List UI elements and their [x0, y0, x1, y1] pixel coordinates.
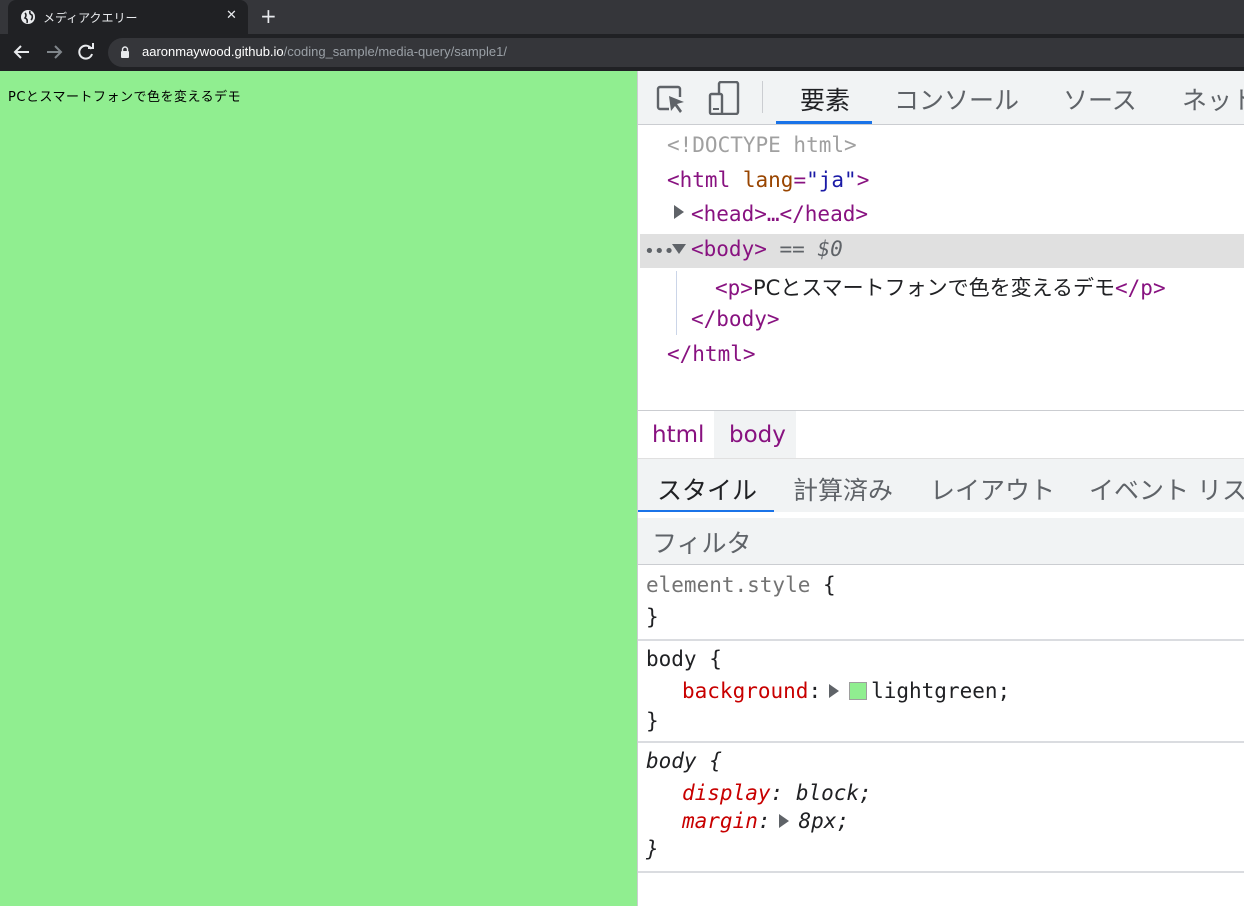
tab-strip: メディアクエリー ✕ +	[0, 0, 1244, 34]
rule1-semicolon: ;	[997, 679, 1011, 703]
rule2-val1: block	[795, 781, 860, 805]
url-path: /coding_sample/media-query/sample1/	[283, 44, 507, 59]
lock-icon[interactable]	[120, 46, 130, 58]
subtab-styles[interactable]: スタイル	[657, 471, 757, 507]
url-text[interactable]: aaronmaywood.github.io/coding_sample/med…	[142, 44, 507, 59]
dom-body-open[interactable]: <body> == $0	[691, 237, 843, 261]
rule-body-user-agent[interactable]: body { display: block; margin: 8px; }	[638, 743, 1244, 873]
dom-html-close[interactable]: </html>	[667, 342, 756, 366]
more-actions-dots[interactable]: •••	[644, 241, 674, 262]
rule1-selector-line: body {	[646, 647, 722, 671]
rule1-prop: background	[682, 679, 809, 703]
devtools-toolbar: 要素 コンソール ソース ネット	[638, 71, 1244, 125]
rule2-close-brace: }	[646, 837, 659, 861]
html-attr-eq: =	[793, 168, 807, 192]
rule2-colon2: :	[757, 809, 771, 833]
dom-head[interactable]: <head>…</head>	[691, 202, 868, 226]
collapse-body-icon[interactable]	[672, 244, 686, 254]
html-lang-attr: lang	[742, 168, 794, 192]
forward-icon[interactable]	[44, 42, 64, 62]
rule2-semicolon2: ;	[836, 809, 850, 833]
rule2-open-brace: {	[709, 749, 722, 773]
rule1-colon: :	[808, 679, 822, 703]
rule2-semicolon1: ;	[859, 781, 872, 805]
rule1-declaration[interactable]: background: lightgreen;	[682, 679, 1010, 703]
p-open-tag: <p>	[715, 276, 753, 300]
breadcrumb-html[interactable]: html	[652, 422, 704, 448]
url-host: aaronmaywood.github.io	[142, 44, 284, 59]
html-open-close: >	[856, 168, 870, 192]
rule1-selector: body	[646, 647, 697, 671]
element-style-line: element.style {	[646, 573, 836, 597]
subtab-layout[interactable]: レイアウト	[930, 471, 1055, 507]
active-tab-indicator	[776, 121, 872, 124]
rule2-prop1: display	[682, 781, 771, 805]
rule2-colon1: :	[770, 781, 784, 805]
rule2-declaration-display: display: block;	[682, 781, 872, 805]
tab-console[interactable]: コンソール	[894, 81, 1019, 117]
reload-icon[interactable]	[76, 42, 96, 62]
body-selected-marker: == $0	[779, 237, 843, 261]
html-open-tag: <html	[667, 168, 731, 192]
page-paragraph: PCとスマートフォンで色を変えるデモ	[8, 90, 242, 105]
filter-placeholder: フィルタ	[652, 529, 752, 558]
html-lang-value: "ja"	[806, 168, 857, 192]
dom-p[interactable]: <p>PCとスマートフォンで色を変えるデモ</p>	[715, 272, 1166, 302]
tab-title: メディアクエリー	[43, 11, 138, 25]
tab-sources[interactable]: ソース	[1063, 81, 1137, 117]
styles-subtabs: スタイル 計算済み レイアウト イベント リスナ	[638, 458, 1244, 513]
element-style-selector: element.style	[646, 573, 811, 597]
toolbar-separator	[762, 81, 763, 113]
page-viewport: PCとスマートフォンで色を変えるデモ	[0, 71, 637, 906]
globe-icon	[21, 10, 35, 24]
rule1-value: lightgreen	[871, 679, 998, 703]
dom-tree: <!DOCTYPE html> <html lang="ja"> <head>……	[638, 125, 1244, 410]
browser-tab[interactable]: メディアクエリー ✕	[8, 0, 248, 34]
indent-guide	[676, 271, 677, 335]
rule2-prop2: margin	[682, 809, 758, 833]
back-icon[interactable]	[12, 42, 32, 62]
device-toolbar-icon[interactable]	[708, 81, 740, 115]
rule-element-style[interactable]: element.style { }	[638, 565, 1244, 641]
dom-doctype[interactable]: <!DOCTYPE html>	[667, 133, 857, 157]
tab-elements[interactable]: 要素	[800, 81, 850, 117]
dom-html-open[interactable]: <html lang="ja">	[667, 168, 869, 192]
inspect-element-icon[interactable]	[656, 84, 686, 114]
breadcrumb-body[interactable]: body	[729, 422, 786, 448]
open-brace: {	[823, 573, 836, 597]
rule2-selector-line: body {	[646, 749, 722, 773]
tab-network[interactable]: ネット	[1182, 81, 1244, 117]
omnibox[interactable]: aaronmaywood.github.io/coding_sample/med…	[108, 38, 1244, 67]
rule2-selector: body	[646, 749, 697, 773]
rule1-close-brace: }	[646, 709, 659, 733]
body-open-tag: <body>	[691, 237, 767, 261]
styles-filter-input[interactable]: フィルタ	[638, 512, 1244, 565]
subtab-computed[interactable]: 計算済み	[793, 471, 893, 507]
rule1-open-brace: {	[709, 647, 722, 671]
subtab-event-listeners[interactable]: イベント リスナ	[1089, 471, 1244, 507]
close-brace: }	[646, 605, 659, 629]
rule-body-author[interactable]: body { background: lightgreen; }	[638, 641, 1244, 743]
expand-shorthand-icon[interactable]	[829, 684, 840, 698]
rule2-val2: 8px	[798, 809, 837, 833]
expand-margin-icon[interactable]	[778, 814, 789, 828]
p-close-tag: </p>	[1115, 276, 1166, 300]
address-bar-row: aaronmaywood.github.io/coding_sample/med…	[0, 34, 1244, 71]
close-tab-icon[interactable]: ✕	[226, 8, 237, 23]
rule2-declaration-margin: margin: 8px;	[682, 809, 849, 833]
expand-head-icon[interactable]	[674, 205, 684, 219]
p-text: PCとスマートフォンで色を変えるデモ	[752, 276, 1116, 300]
color-swatch[interactable]	[849, 682, 868, 700]
devtools-panel: 要素 コンソール ソース ネット <!DOCTYPE html> <html l…	[638, 71, 1244, 906]
dom-body-close[interactable]: </body>	[691, 307, 780, 331]
breadcrumb: html body	[638, 410, 1244, 459]
new-tab-button[interactable]: +	[260, 4, 277, 28]
